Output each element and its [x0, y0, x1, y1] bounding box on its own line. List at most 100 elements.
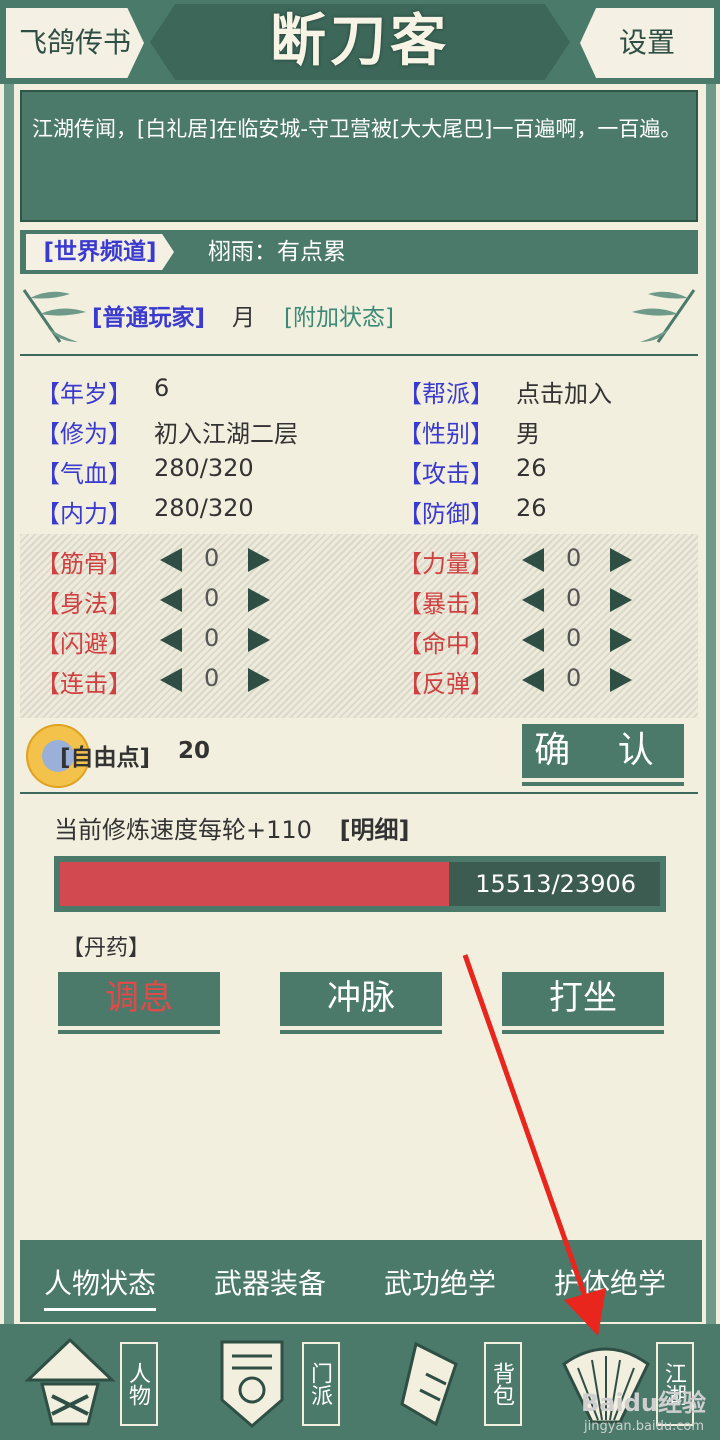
right-border [706, 84, 716, 1324]
tab-martial-arts[interactable]: 武功绝学 [384, 1262, 496, 1302]
bamboo-right-icon [632, 289, 696, 343]
meditate-button[interactable]: 打坐 [502, 972, 664, 1030]
stat-value: 26 [516, 494, 547, 522]
extra-status-link[interactable]: [附加状态] [284, 298, 394, 332]
decrease-arrow-icon[interactable] [160, 548, 182, 572]
increase-arrow-icon[interactable] [610, 668, 632, 692]
attr-label: 【连击】 [36, 670, 132, 698]
attr-value: 0 [566, 624, 582, 652]
nav-label: 背包 [484, 1342, 522, 1426]
attr-label: 【身法】 [36, 590, 132, 618]
page-title: 断刀客 [150, 4, 570, 80]
decrease-arrow-icon[interactable] [160, 628, 182, 652]
stat-label: 【性别】 [398, 420, 494, 448]
meridian-button[interactable]: 冲脉 [280, 972, 442, 1030]
attr-value: 0 [204, 544, 220, 572]
attr-combo: 【连击】 0 [36, 664, 270, 699]
decrease-arrow-icon[interactable] [522, 668, 544, 692]
confirm-button[interactable]: 确 认 [522, 724, 684, 782]
stat-value: 26 [516, 454, 547, 482]
increase-arrow-icon[interactable] [248, 628, 270, 652]
settings-button[interactable]: 设置 [580, 8, 714, 78]
stat-label: 【气血】 [36, 460, 132, 488]
stat-cultivation: 【修为】 初入江湖二层 [36, 414, 298, 449]
stat-label: 【修为】 [36, 420, 132, 448]
attr-value: 0 [566, 544, 582, 572]
increase-arrow-icon[interactable] [248, 668, 270, 692]
increase-arrow-icon[interactable] [610, 548, 632, 572]
attr-value: 0 [204, 664, 220, 692]
progress-track: 15513/23906 [60, 862, 660, 906]
decrease-arrow-icon[interactable] [522, 628, 544, 652]
stat-inner-power: 【内力】 280/320 [36, 494, 254, 529]
increase-arrow-icon[interactable] [248, 548, 270, 572]
player-name: 月 [232, 305, 255, 331]
pill-label: 【丹药】 [62, 936, 151, 961]
free-points-label: [自由点] [60, 745, 151, 771]
stat-label: 【内力】 [36, 500, 132, 528]
channel-tag[interactable]: [世界频道] [26, 234, 174, 270]
attr-crit: 【暴击】 0 [398, 584, 632, 619]
stat-value: 280/320 [154, 454, 254, 482]
watermark-brand: Baidu经验 [581, 1389, 706, 1417]
attr-value: 0 [566, 664, 582, 692]
free-points-row: [自由点] 20 确 认 [20, 722, 698, 794]
stat-value: 男 [516, 420, 540, 448]
attr-label: 【命中】 [398, 630, 494, 658]
nav-bag[interactable]: 背包 [376, 1328, 544, 1436]
attr-bones: 【筋骨】 0 [36, 544, 270, 579]
nav-character[interactable]: 人物 [12, 1328, 180, 1436]
details-link[interactable]: [明细] [340, 816, 410, 844]
straw-hat-icon [24, 1337, 116, 1426]
attr-label: 【力量】 [398, 550, 494, 578]
attr-value: 0 [204, 584, 220, 612]
stat-value: 6 [154, 374, 170, 402]
join-guild-link[interactable]: 点击加入 [516, 374, 612, 409]
chat-message: 栩雨：有点累 [208, 239, 346, 265]
tab-body-arts[interactable]: 护体绝学 [554, 1262, 666, 1302]
attr-label: 【筋骨】 [36, 550, 132, 578]
rest-button[interactable]: 调息 [58, 972, 220, 1030]
stat-guild[interactable]: 【帮派】 点击加入 [398, 374, 612, 409]
stat-label: 【防御】 [398, 500, 494, 528]
tab-character-status[interactable]: 人物状态 [44, 1262, 157, 1311]
stat-gender: 【性别】男 [398, 414, 540, 449]
attr-value: 0 [566, 584, 582, 612]
tab-weapons[interactable]: 武器装备 [214, 1262, 326, 1302]
progress-text: 15513/23906 [475, 870, 636, 898]
attr-dodge: 【闪避】 0 [36, 624, 270, 659]
bamboo-left-icon [22, 289, 86, 343]
player-type-tag: [普通玩家] [92, 305, 206, 331]
decrease-arrow-icon[interactable] [160, 588, 182, 612]
stat-value: 280/320 [154, 494, 254, 522]
stat-label: 【年岁】 [36, 380, 132, 408]
nav-sect[interactable]: 门派 [194, 1328, 362, 1436]
stat-label: 【帮派】 [398, 380, 494, 408]
stat-label: 【攻击】 [398, 460, 494, 488]
increase-arrow-icon[interactable] [610, 588, 632, 612]
news-panel: 江湖传闻，[白礼居]在临安城-守卫营被[大大尾巴]一百遍啊，一百遍。 [20, 90, 698, 222]
app-root: 飞鸽传书 断刀客 设置 江湖传闻，[白礼居]在临安城-守卫营被[大大尾巴]一百遍… [0, 0, 720, 1440]
left-border [4, 84, 14, 1324]
scroll-bag-icon [400, 1341, 458, 1427]
stat-defense: 【防御】 26 [398, 494, 547, 529]
attr-label: 【暴击】 [398, 590, 494, 618]
decrease-arrow-icon[interactable] [160, 668, 182, 692]
pigeon-mail-button[interactable]: 飞鸽传书 [6, 8, 144, 78]
attr-label: 【反弹】 [398, 670, 494, 698]
watermark-url: jingyan.baidu.com [584, 1419, 704, 1434]
decrease-arrow-icon[interactable] [522, 548, 544, 572]
decrease-arrow-icon[interactable] [522, 588, 544, 612]
progress-fill [60, 862, 450, 906]
cultivation-speed-text: 当前修炼速度每轮+110 [54, 816, 312, 844]
stat-age: 【年岁】 6 [36, 374, 169, 409]
attr-agility: 【身法】 0 [36, 584, 270, 619]
chat-bar[interactable]: [世界频道] 栩雨：有点累 [20, 230, 698, 274]
increase-arrow-icon[interactable] [610, 628, 632, 652]
attr-strength: 【力量】 0 [398, 544, 632, 579]
attr-value: 0 [204, 624, 220, 652]
increase-arrow-icon[interactable] [248, 588, 270, 612]
free-points-value: 20 [178, 738, 211, 764]
tab-bar: 人物状态 武器装备 武功绝学 护体绝学 [20, 1240, 702, 1322]
nav-label: 人物 [120, 1342, 158, 1426]
